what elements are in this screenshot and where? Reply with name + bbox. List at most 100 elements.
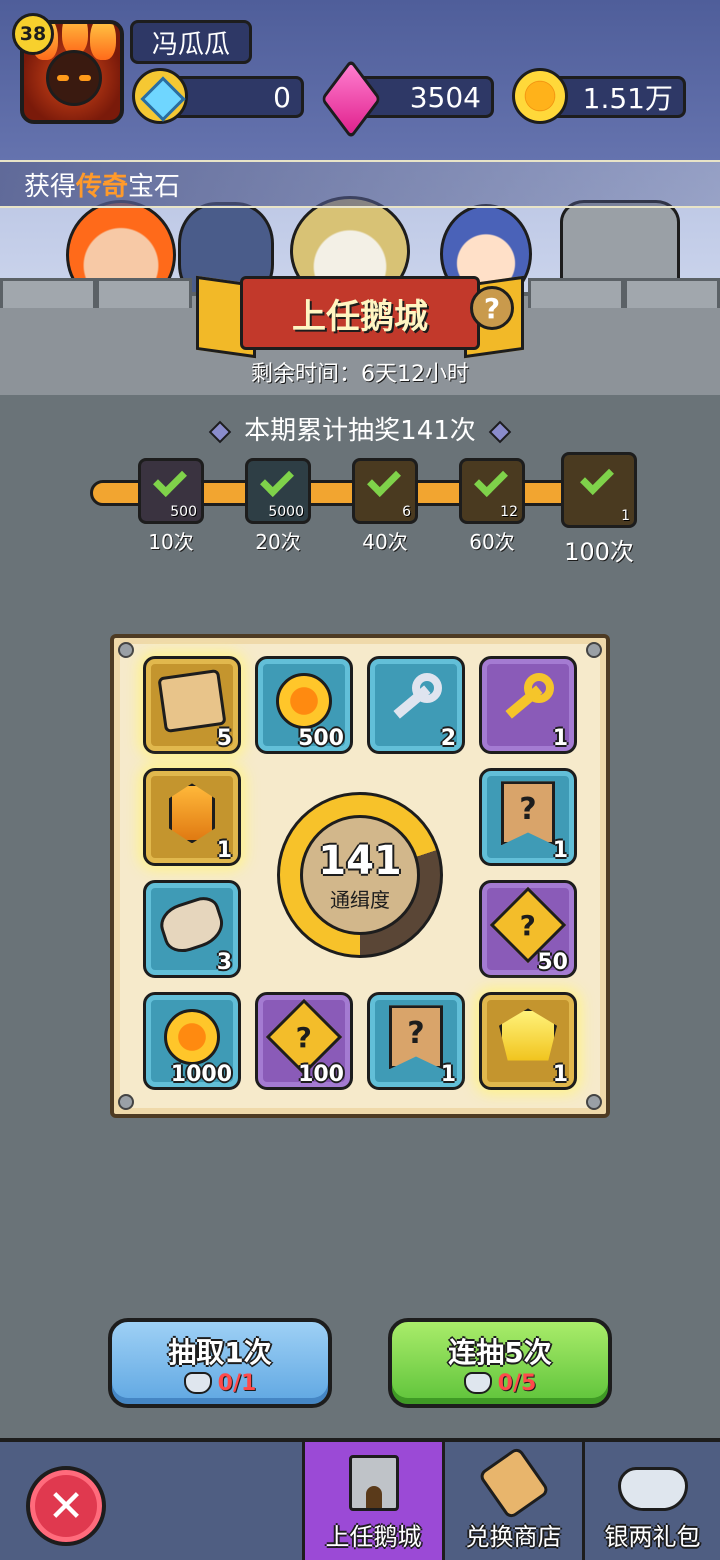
prize-quantity: 3 [216, 950, 232, 975]
silver-key-icon [386, 671, 446, 731]
mystery-banner-icon: ? [501, 781, 555, 846]
rune-stone-icon [155, 892, 229, 958]
milestone-label: 40次 [362, 530, 408, 554]
milestone-count: 5000 [268, 504, 304, 520]
yellow-gem-icon [499, 1008, 557, 1061]
milestone-label: 10次 [148, 530, 194, 554]
wall-merlon [528, 278, 624, 308]
pink-gem-icon [322, 68, 378, 124]
reward-ticker: 获得 传奇 宝石 [0, 160, 720, 208]
diamond-icon [488, 420, 512, 443]
ticker-suffix: 宝石 [128, 171, 181, 202]
draw-once-cost: 0/1 [183, 1370, 257, 1396]
gold-key-icon [498, 671, 558, 731]
gold-coin-icon [164, 1009, 220, 1066]
demon-face [46, 50, 102, 106]
prize-quantity: 1 [552, 726, 568, 751]
draw-five-cost-value: 0/5 [497, 1370, 537, 1396]
prize-quantity: 2 [440, 726, 456, 751]
milestone-label: 60次 [469, 530, 515, 554]
prize-amber[interactable]: 1 [143, 768, 241, 866]
prize-silver-key[interactable]: 2 [367, 656, 465, 754]
event-title: 上任鹅城 [240, 276, 480, 350]
draw-once-cost-value: 0/1 [217, 1370, 257, 1396]
prize-puzzle-100[interactable]: ? 100 [255, 992, 353, 1090]
prize-quantity: 1000 [170, 1062, 232, 1087]
tab-silver-pack[interactable]: 银两礼包 [582, 1442, 720, 1560]
milestone-chest-2[interactable]: 5000 [245, 458, 311, 524]
prize-puzzle-50[interactable]: ? 50 [479, 880, 577, 978]
prize-yellow-gem[interactable]: 1 [479, 992, 577, 1090]
milestone-count: 500 [170, 504, 197, 520]
prize-quantity: 5 [216, 726, 232, 751]
gold-coin-icon [276, 673, 332, 730]
check-icon [580, 461, 614, 495]
milestone-label: 100次 [564, 538, 634, 566]
diamond-icon [208, 420, 232, 443]
prize-quantity: 50 [537, 950, 568, 975]
prize-quantity: 1 [440, 1062, 456, 1087]
tab-goose-city[interactable]: 上任鹅城 [302, 1442, 442, 1560]
draw-five-button[interactable]: 连抽5次 0/5 [388, 1318, 612, 1408]
wanted-level-value: 141 [318, 837, 402, 884]
scroll-icon [157, 669, 227, 734]
prize-rune[interactable]: 3 [143, 880, 241, 978]
check-icon [474, 463, 508, 497]
silver-ingot-icon [183, 1372, 212, 1394]
draw-once-label: 抽取1次 [168, 1335, 272, 1369]
milestone-count: 12 [500, 504, 518, 520]
prize-quantity: 1 [552, 1062, 568, 1087]
prize-quantity: 500 [298, 726, 344, 751]
prize-mystery-banner-a[interactable]: ? 1 [479, 768, 577, 866]
prize-quantity: 1 [552, 838, 568, 863]
milestone-chest-1[interactable]: 500 [138, 458, 204, 524]
prize-coin-1000[interactable]: 1000 [143, 992, 241, 1090]
gold-coin-icon [512, 68, 568, 124]
milestone-chest-5[interactable]: 1 [561, 452, 637, 528]
tab-goose-city-label: 上任鹅城 [325, 1523, 422, 1551]
draw-once-button[interactable]: 抽取1次 0/1 [108, 1318, 332, 1408]
wall-merlon [624, 278, 720, 308]
wall-merlon [0, 278, 96, 308]
nail [118, 642, 134, 658]
help-button[interactable]: ? [470, 286, 514, 330]
check-icon [260, 463, 294, 497]
mystery-banner-icon: ? [389, 1005, 443, 1070]
flame-decoration [90, 24, 116, 60]
total-draws: 本期累计抽奖141次 [244, 416, 476, 446]
silver-ingot-icon [463, 1372, 492, 1394]
castle-tower-icon [348, 1455, 399, 1511]
amber-gem-icon [169, 783, 215, 844]
wanted-level-dial: 141 通缉度 [277, 792, 443, 958]
milestone-chest-4[interactable]: 12 [459, 458, 525, 524]
player-header: 38 冯瓜瓜 0 3504 1.51万 [0, 0, 720, 160]
milestone-label: 20次 [255, 530, 301, 554]
nail [586, 1094, 602, 1110]
check-icon [153, 463, 187, 497]
wall-merlon [96, 278, 192, 308]
milestone-chest-3[interactable]: 6 [352, 458, 418, 524]
wanted-level-label: 通缉度 [330, 887, 390, 912]
tab-silver-pack-label: 银两礼包 [604, 1523, 701, 1551]
check-icon [367, 463, 401, 497]
prize-scroll[interactable]: 5 [143, 656, 241, 754]
prize-mystery-banner-b[interactable]: ? 1 [367, 992, 465, 1090]
nail [118, 1094, 134, 1110]
draw-five-label: 连抽5次 [448, 1335, 552, 1369]
prize-quantity: 100 [298, 1062, 344, 1087]
prize-gold-key[interactable]: 1 [479, 656, 577, 754]
flame-decoration [62, 24, 88, 54]
dial-center: 141 通缉度 [300, 815, 420, 935]
remaining-time: 剩余时间：6天12小时 [251, 362, 469, 387]
bottom-nav: ✕ 上任鹅城 兑换商店 银两礼包 [0, 1438, 720, 1560]
hero-banner: 获得 传奇 宝石 上任鹅城 ? 剩余时间：6天12小时 [0, 160, 720, 395]
tab-exchange-shop[interactable]: 兑换商店 [442, 1442, 582, 1560]
ticker-highlight: 传奇 [76, 171, 129, 202]
milestone-count: 6 [402, 504, 411, 520]
close-button[interactable]: ✕ [26, 1466, 106, 1546]
total-draws-row: 本期累计抽奖141次 [0, 410, 720, 447]
draw-five-cost: 0/5 [463, 1370, 537, 1396]
tab-exchange-shop-label: 兑换商店 [465, 1523, 562, 1551]
prize-coin-500[interactable]: 500 [255, 656, 353, 754]
shop-scroll-icon [476, 1445, 551, 1521]
